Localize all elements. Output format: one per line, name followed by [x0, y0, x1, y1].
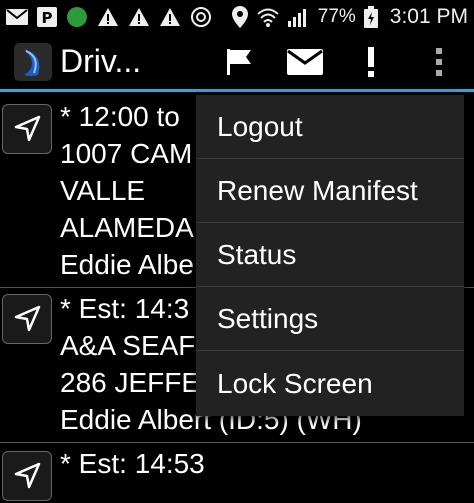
status-bar-system: 77% 3:01 PM: [231, 5, 468, 29]
warning-icon: [159, 7, 181, 27]
stop-line: Eddie Albe: [60, 249, 194, 280]
menu-item-status[interactable]: Status: [196, 223, 464, 287]
green-dot-icon: [66, 6, 88, 28]
action-bar-actions: [206, 34, 474, 89]
overflow-icon: [436, 47, 442, 76]
warning-icon: [97, 7, 119, 27]
menu-item-lock-screen[interactable]: Lock Screen: [196, 351, 464, 416]
power-icon: [190, 6, 212, 28]
warning-icon: [128, 7, 150, 27]
navigate-button[interactable]: [2, 104, 52, 154]
app-title: Driv...: [60, 43, 142, 79]
action-bar: Driv...: [0, 34, 474, 92]
navigation-arrow-icon: [14, 305, 41, 332]
menu-item-renew-manifest[interactable]: Renew Manifest: [196, 159, 464, 223]
menu-item-logout[interactable]: Logout: [196, 95, 464, 159]
navigation-arrow-icon: [14, 462, 41, 489]
app-logo-icon[interactable]: [14, 42, 52, 81]
flag-icon: [227, 48, 251, 75]
overflow-menu-button[interactable]: [404, 34, 474, 89]
status-bar-notifications: P: [6, 6, 212, 28]
stop-details: * 12:00 to 1007 CAM VALLE ALAMEDA Eddie …: [60, 98, 194, 283]
stop-line: * Est: 14:53: [60, 448, 205, 479]
stop-line: ALAMEDA: [60, 212, 194, 243]
stop-line: VALLE: [60, 175, 146, 206]
flag-button[interactable]: [206, 34, 272, 89]
overflow-menu: Logout Renew Manifest Status Settings Lo…: [196, 95, 464, 416]
battery-icon: [363, 6, 378, 28]
stop-line: 1007 CAM: [60, 138, 193, 169]
list-item[interactable]: * Est: 14:53: [0, 443, 474, 503]
status-time: 3:01 PM: [389, 5, 468, 28]
navigate-button[interactable]: [2, 451, 52, 501]
signal-icon: [287, 7, 310, 27]
exclamation-icon: [368, 46, 374, 77]
battery-percent: 77%: [317, 6, 356, 27]
navigate-button[interactable]: [2, 294, 52, 344]
alert-button[interactable]: [338, 34, 404, 89]
menu-item-settings[interactable]: Settings: [196, 287, 464, 351]
mail-icon: [287, 48, 323, 75]
location-icon: [231, 6, 248, 28]
p-icon: P: [37, 7, 57, 27]
svg-text:P: P: [42, 9, 53, 27]
mail-icon: [6, 9, 28, 25]
status-bar: P 77% 3:01 PM: [0, 0, 474, 34]
stop-line: * 12:00 to: [60, 101, 180, 132]
mail-button[interactable]: [272, 34, 338, 89]
navigation-arrow-icon: [14, 115, 41, 142]
stop-details: * Est: 14:53: [60, 445, 205, 482]
wifi-icon: [256, 7, 280, 27]
